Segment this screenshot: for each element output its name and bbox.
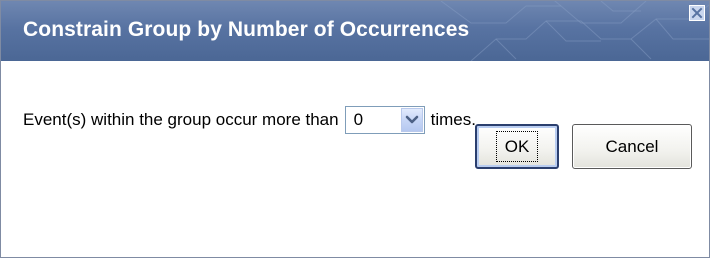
occurrence-count-select[interactable]: 0 xyxy=(344,106,425,134)
ok-button[interactable]: OK xyxy=(475,124,559,169)
constrain-group-dialog: Constrain Group by Number of Occurrences… xyxy=(0,0,710,258)
cancel-button[interactable]: Cancel xyxy=(572,124,692,169)
select-value: 0 xyxy=(353,110,364,129)
chevron-down-icon xyxy=(405,115,418,124)
cancel-button-label: Cancel xyxy=(605,136,659,156)
dialog-title: Constrain Group by Number of Occurrences xyxy=(23,18,470,41)
ok-button-label: OK xyxy=(495,131,539,162)
dialog-titlebar[interactable]: Constrain Group by Number of Occurrences xyxy=(1,1,709,61)
close-icon[interactable] xyxy=(689,5,705,21)
select-arrow-button[interactable] xyxy=(400,108,423,132)
occurrence-prompt-row: Event(s) within the group occur more tha… xyxy=(23,105,476,135)
prompt-text-after: times. xyxy=(430,110,476,129)
prompt-text-before: Event(s) within the group occur more tha… xyxy=(23,110,339,129)
